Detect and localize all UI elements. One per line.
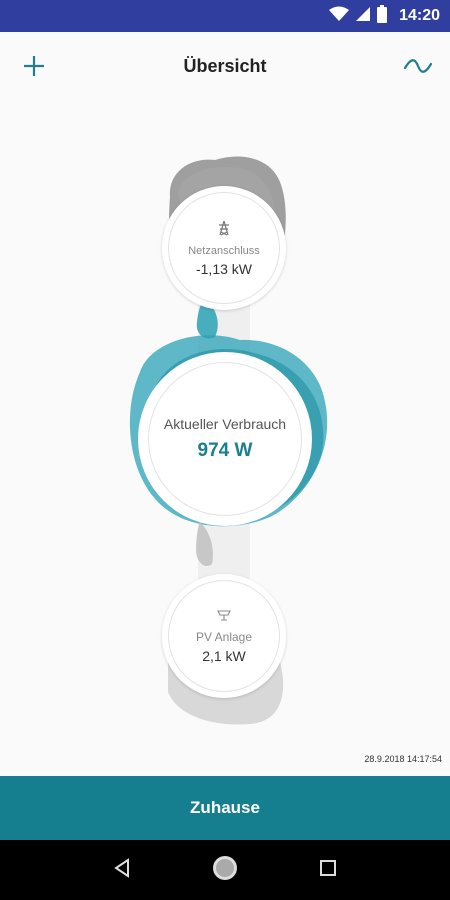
app-header: Übersicht [0,32,450,102]
page-title: Übersicht [183,56,267,76]
last-update-timestamp: 28.9.2018 14:17:54 [364,754,442,764]
back-icon [113,857,131,883]
consumption-node-ring [148,362,302,516]
consumption-node[interactable]: Aktueller Verbrauch 974 W [138,352,312,526]
location-label: Zuhause [190,798,260,817]
grid-label: Netzanschluss [188,244,260,257]
pv-system-node[interactable]: PV Anlage 2,1 kW [162,574,286,698]
energy-flow-area: Netzanschluss -1,13 kW Aktueller Verbrau… [0,102,450,776]
battery-icon [377,4,388,28]
status-time: 14:20 [399,7,440,24]
home-button[interactable] [205,850,245,890]
pv-value: 2,1 kW [202,648,246,664]
home-icon [210,853,240,888]
system-nav-bar [0,840,450,900]
pv-label: PV Anlage [195,630,253,644]
solar-panel-icon [216,608,232,626]
status-icons: 14:20 [329,0,440,32]
recents-icon [319,859,337,882]
signal-icon [355,6,371,27]
wifi-icon [329,6,350,27]
grid-connection-node[interactable]: Netzanschluss -1,13 kW [162,186,286,310]
consumption-value: 974 W [197,440,253,461]
recents-button[interactable] [308,850,348,890]
status-bar: 14:20 [0,0,450,32]
back-button[interactable] [102,850,142,890]
power-pylon-icon [217,220,231,241]
grid-value: -1,13 kW [195,260,252,277]
chart-button[interactable] [400,52,436,84]
location-bar[interactable]: Zuhause [0,776,450,840]
wave-icon [403,58,433,79]
consumption-label: Aktueller Verbrauch [163,416,287,432]
